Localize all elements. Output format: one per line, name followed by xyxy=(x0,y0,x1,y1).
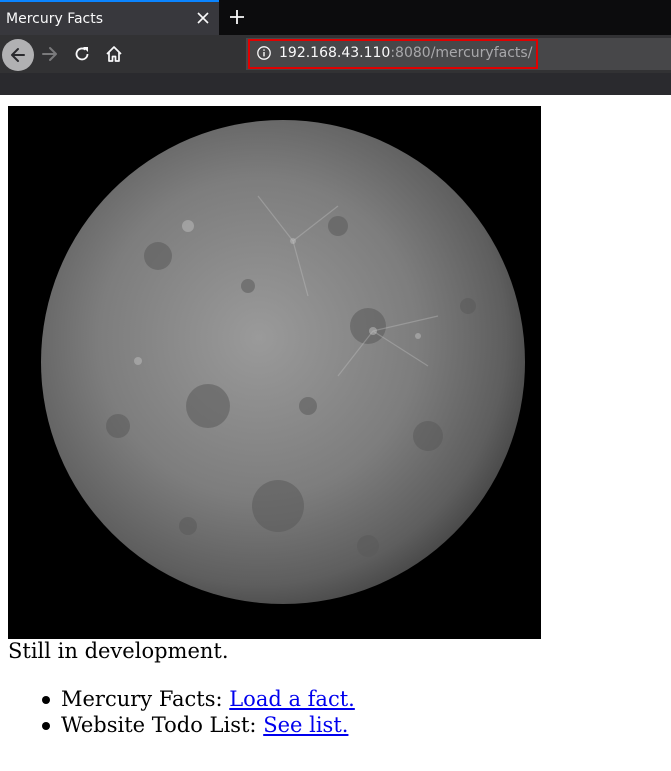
plus-icon[interactable] xyxy=(228,8,246,26)
page-content: Still in development. Mercury Facts: Loa… xyxy=(0,96,671,771)
list-item-mercury-facts: Mercury Facts: Load a fact. xyxy=(40,686,355,712)
reload-icon[interactable] xyxy=(72,44,92,64)
load-fact-link[interactable]: Load a fact. xyxy=(229,687,355,711)
mercury-image xyxy=(8,106,541,639)
close-icon[interactable] xyxy=(195,10,211,26)
links-list: Mercury Facts: Load a fact. Website Todo… xyxy=(40,686,355,738)
see-list-link[interactable]: See list. xyxy=(263,713,348,737)
toolbar-lower-strip xyxy=(0,73,671,95)
browser-tab[interactable]: Mercury Facts xyxy=(0,0,219,35)
tab-strip: Mercury Facts xyxy=(0,0,671,35)
list-item-todo-list: Website Todo List: See list. xyxy=(40,712,355,738)
arrow-left-icon xyxy=(11,48,25,62)
tab-title: Mercury Facts xyxy=(6,10,104,27)
nav-bar: 192.168.43.110:8080/mercuryfacts/ xyxy=(0,35,671,95)
info-icon[interactable] xyxy=(256,45,272,61)
arrow-right-icon[interactable] xyxy=(40,44,60,64)
url-path: :8080/mercuryfacts/ xyxy=(390,45,533,61)
back-button[interactable] xyxy=(2,39,34,71)
list-item-label: Mercury Facts: xyxy=(61,687,230,711)
home-icon[interactable] xyxy=(104,44,124,64)
url-text[interactable]: 192.168.43.110:8080/mercuryfacts/ xyxy=(279,45,532,61)
status-text: Still in development. xyxy=(8,639,229,663)
list-item-label: Website Todo List: xyxy=(61,713,264,737)
url-host: 192.168.43.110 xyxy=(279,45,391,61)
